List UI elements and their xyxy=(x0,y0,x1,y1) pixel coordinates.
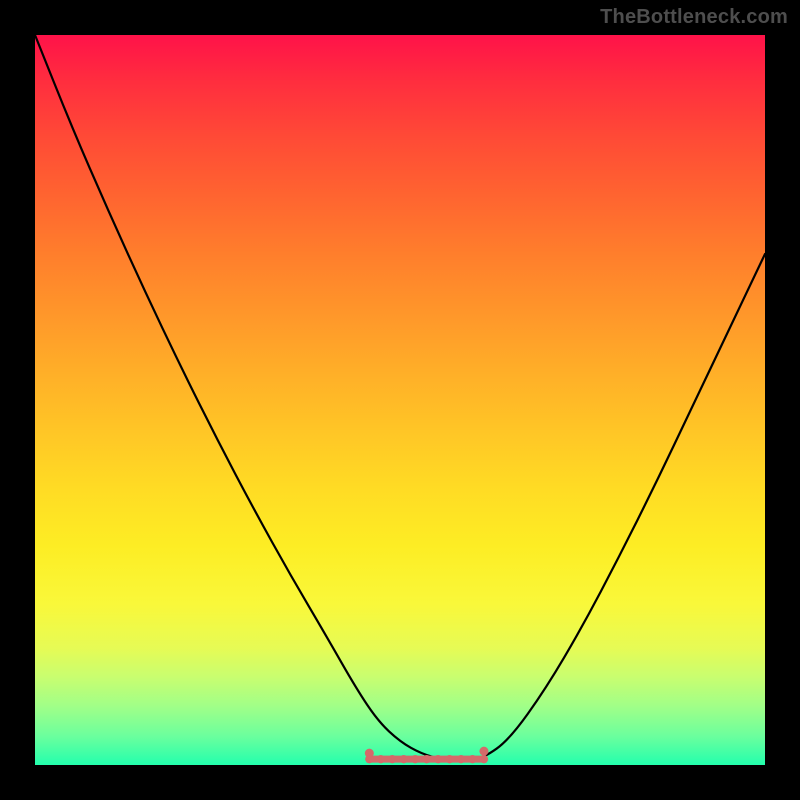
flat-segment-dot xyxy=(422,755,430,763)
flat-segment-dot xyxy=(400,755,408,763)
flat-segment-dot xyxy=(434,755,442,763)
chart-stage: TheBottleneck.com xyxy=(0,0,800,800)
flat-segment-dot xyxy=(445,755,453,763)
flat-segment-dot xyxy=(388,755,396,763)
curve-svg xyxy=(35,35,765,765)
flat-segment xyxy=(365,747,489,764)
plot-area xyxy=(35,35,765,765)
flat-segment-end-dot xyxy=(365,749,374,758)
flat-segment-dot xyxy=(457,755,465,763)
curve-path xyxy=(35,35,765,761)
flat-segment-dot xyxy=(468,755,476,763)
flat-segment-end-dot xyxy=(479,747,488,756)
flat-segment-dot xyxy=(480,755,488,763)
flat-segment-dot xyxy=(411,755,419,763)
flat-segment-dot xyxy=(377,755,385,763)
watermark-text: TheBottleneck.com xyxy=(600,6,788,29)
